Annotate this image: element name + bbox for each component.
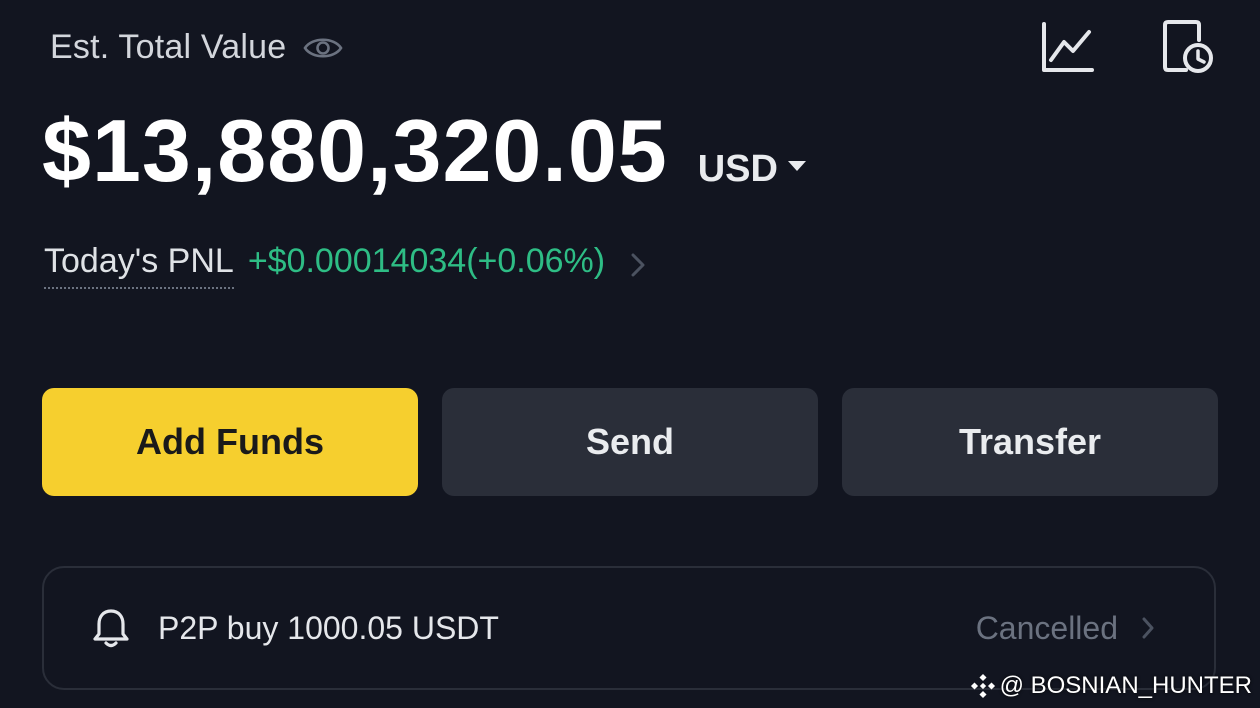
chevron-right-icon bbox=[1140, 615, 1156, 641]
history-icon[interactable] bbox=[1160, 18, 1216, 76]
bell-icon bbox=[90, 606, 132, 650]
binance-logo-icon bbox=[970, 673, 996, 699]
top-right-icons bbox=[1040, 18, 1216, 76]
chevron-right-icon bbox=[629, 249, 647, 283]
pnl-value: +$0.00014034(+0.06%) bbox=[247, 242, 606, 280]
watermark: @ BOSNIAN_HUNTER bbox=[970, 672, 1252, 700]
watermark-text: @ BOSNIAN_HUNTER bbox=[999, 672, 1252, 699]
pnl-label: Today's PNL bbox=[44, 242, 234, 289]
notice-text: P2P buy 1000.05 USDT bbox=[158, 609, 499, 646]
chart-icon[interactable] bbox=[1040, 18, 1096, 76]
add-funds-button[interactable]: Add Funds bbox=[42, 388, 418, 496]
caret-down-icon bbox=[787, 160, 806, 171]
est-total-value-label: Est. Total Value bbox=[50, 28, 287, 66]
order-status: Cancelled bbox=[975, 609, 1118, 646]
transfer-button[interactable]: Transfer bbox=[842, 388, 1218, 496]
currency-selector[interactable]: USD bbox=[698, 148, 806, 191]
send-button[interactable]: Send bbox=[442, 388, 818, 496]
todays-pnl-row[interactable]: Today's PNL +$0.00014034(+0.06%) bbox=[44, 242, 647, 289]
eye-icon[interactable] bbox=[302, 33, 344, 63]
balance-row: $13,880,320.05 USD bbox=[42, 100, 806, 202]
total-balance: $13,880,320.05 bbox=[42, 101, 668, 200]
est-total-value-row: Est. Total Value bbox=[50, 28, 344, 67]
action-buttons: Add Funds Send Transfer bbox=[42, 388, 1218, 496]
currency-label: USD bbox=[697, 148, 778, 190]
